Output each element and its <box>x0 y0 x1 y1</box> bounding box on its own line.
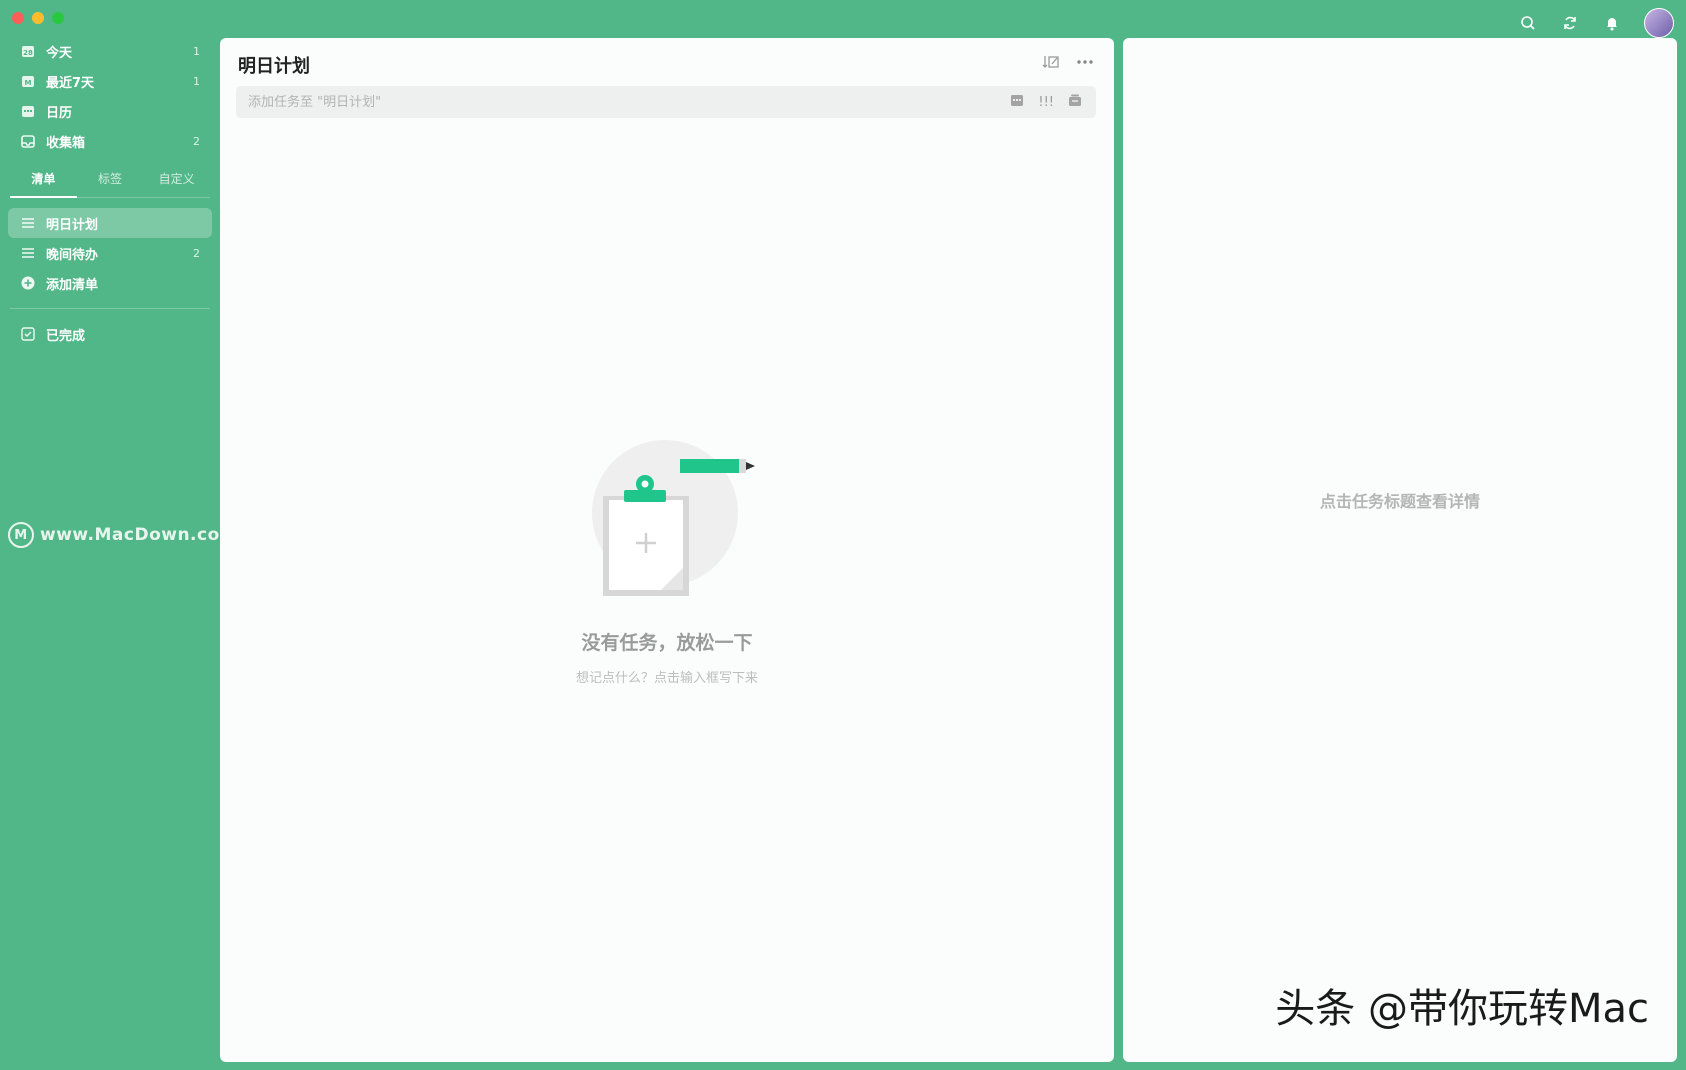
sidebar-item-label: 今天 <box>46 45 73 61</box>
tab-custom[interactable]: 自定义 <box>143 162 210 197</box>
inbox-icon <box>20 133 36 149</box>
sidebar-item-next-7-days[interactable]: M 最近7天 1 <box>0 66 220 96</box>
window-controls <box>12 12 64 24</box>
sidebar-item-label: 日历 <box>46 105 73 121</box>
item-count: 2 <box>193 134 200 148</box>
svg-text:28: 28 <box>23 49 33 57</box>
empty-state-subtitle: 想记点什么？点击输入框写下来 <box>575 671 758 686</box>
list-icon <box>20 215 36 231</box>
item-count: 2 <box>193 246 200 260</box>
sidebar-item-label: 晚间待办 <box>46 247 99 263</box>
macdown-watermark: M www.MacDown.com <box>8 522 238 548</box>
bell-icon[interactable] <box>1602 13 1622 33</box>
item-count: 1 <box>193 74 200 88</box>
add-task-bar: !!! <box>236 86 1096 118</box>
list-icon <box>20 245 36 261</box>
avatar[interactable] <box>1644 8 1674 38</box>
zoom-window-button[interactable] <box>52 12 64 24</box>
tab-tags[interactable]: 标签 <box>77 162 144 197</box>
sidebar-item-completed[interactable]: 已完成 <box>0 319 220 349</box>
calendar-icon <box>20 103 36 119</box>
macdown-logo-icon: M <box>8 522 34 548</box>
sidebar-item-tomorrow-plan[interactable]: 明日计划 <box>8 208 212 238</box>
list-toolbar <box>1042 54 1094 74</box>
add-task-tools: !!! <box>1010 93 1082 111</box>
user-lists: 明日计划 晚间待办 2 添加清单 <box>0 208 220 298</box>
sidebar-item-calendar[interactable]: 日历 <box>0 96 220 126</box>
empty-state: 没有任务，放松一下 想记点什么？点击输入框写下来 <box>220 438 1114 686</box>
item-count: 1 <box>193 44 200 58</box>
sidebar-item-label: 最近7天 <box>46 75 95 91</box>
sidebar-divider <box>10 308 210 309</box>
sidebar-item-evening-todo[interactable]: 晚间待办 2 <box>0 238 220 268</box>
add-task-input[interactable] <box>236 93 1011 111</box>
more-icon[interactable] <box>1076 54 1094 74</box>
close-window-button[interactable] <box>12 12 24 24</box>
date-picker-icon[interactable] <box>1010 93 1024 111</box>
sidebar-tabs: 清单 标签 自定义 <box>10 162 210 198</box>
svg-text:M: M <box>25 79 32 87</box>
add-list-label: 添加清单 <box>46 277 99 293</box>
priority-button[interactable]: !!! <box>1038 95 1054 110</box>
plus-circle-icon <box>20 275 36 291</box>
calendar-today-icon: 28 <box>20 43 36 59</box>
minimize-window-button[interactable] <box>32 12 44 24</box>
search-icon[interactable] <box>1518 13 1538 33</box>
sort-edit-icon[interactable] <box>1042 54 1060 74</box>
tab-lists[interactable]: 清单 <box>10 162 77 198</box>
task-detail-panel: 点击任务标题查看详情 头条 @带你玩转Mac <box>1123 38 1677 1062</box>
sidebar-item-label: 已完成 <box>46 328 86 344</box>
empty-state-title: 没有任务，放松一下 <box>581 632 753 654</box>
sidebar-item-inbox[interactable]: 收集箱 2 <box>0 126 220 156</box>
sync-icon[interactable] <box>1560 13 1580 33</box>
list-select-icon[interactable] <box>1068 93 1082 111</box>
add-list-button[interactable]: 添加清单 <box>0 268 220 298</box>
checkbox-icon <box>20 326 36 342</box>
toutiao-watermark: 头条 @带你玩转Mac <box>1275 986 1649 1032</box>
calendar-week-icon: M <box>20 73 36 89</box>
page-title: 明日计划 <box>238 56 310 77</box>
sidebar-item-label: 收集箱 <box>46 135 86 151</box>
sidebar-item-today[interactable]: 28 今天 1 <box>0 36 220 66</box>
titlebar-tools <box>1518 8 1674 38</box>
sidebar: 28 今天 1 M 最近7天 1 日历 收集箱 2 清单 标签 自定义 明日计划… <box>0 36 220 349</box>
watermark-text: www.MacDown.com <box>40 525 238 545</box>
detail-hint: 点击任务标题查看详情 <box>1319 492 1480 511</box>
clipboard-pencil-illustration <box>592 440 755 596</box>
sidebar-item-label: 明日计划 <box>46 217 99 233</box>
task-list-panel: 明日计划 !!! <box>220 38 1114 1062</box>
